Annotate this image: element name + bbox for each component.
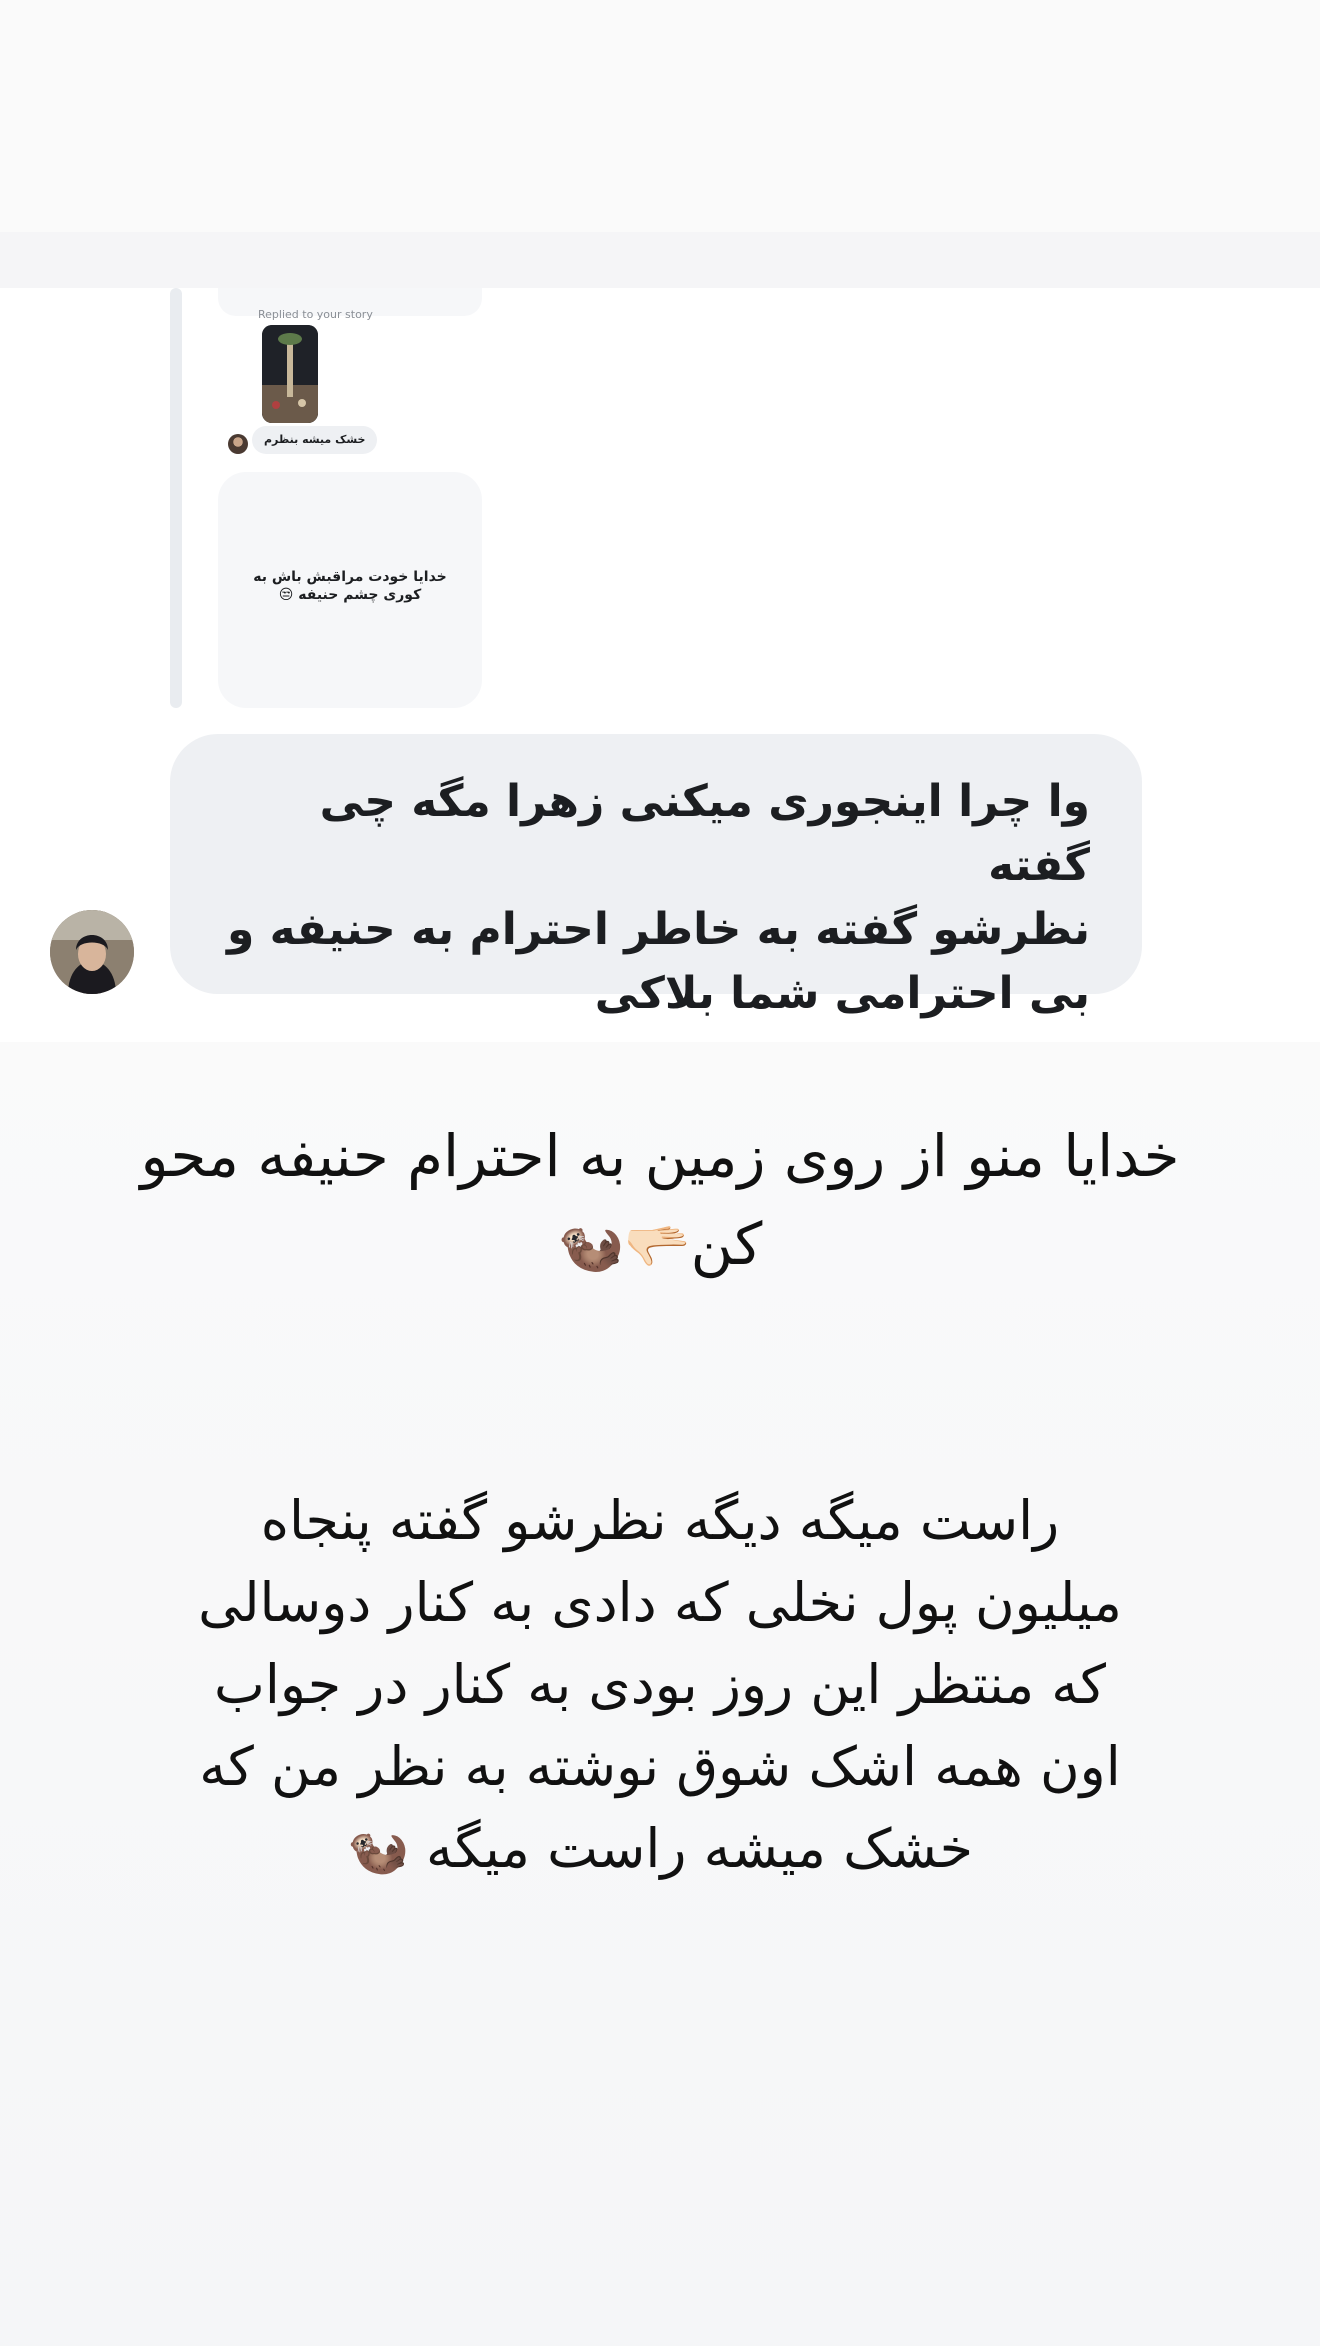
- mini-card-text: خدایا خودت مراقبش باش به کوری چشم حنیفه …: [253, 569, 447, 603]
- caption-2-text: راست میگه دیگه نظرشو گفته پنجاه میلیون پ…: [198, 1489, 1122, 1880]
- mini-reply-label: Replied to your story: [258, 308, 373, 321]
- sender-avatar: [50, 910, 134, 994]
- message-text: وا چرا اینجوری میکنی زهرا مگه چی گفته نظ…: [227, 776, 1090, 1019]
- story-caption-2: راست میگه دیگه نظرشو گفته پنجاه میلیون پ…: [190, 1480, 1130, 1891]
- top-blank-area: [0, 0, 1320, 232]
- story-canvas: Replied to your story خشک میشه بنظرم خدا…: [0, 0, 1320, 2346]
- story-thumbnail: [262, 325, 318, 423]
- top-band: [0, 232, 1320, 288]
- story-caption-1: خدایا منو از روی زمین به احترام حنیفه مح…: [140, 1112, 1180, 1290]
- mini-avatar: [228, 434, 248, 454]
- message-bubble: وا چرا اینجوری میکنی زهرا مگه چی گفته نظ…: [170, 734, 1142, 1019]
- caption-1-emoji: 🫳🏻🦦: [557, 1214, 691, 1277]
- reply-indicator-bar: [170, 288, 182, 708]
- caption-2-emoji: 🦦: [346, 1821, 409, 1879]
- mini-reply-bubble: خشک میشه بنظرم: [252, 426, 378, 454]
